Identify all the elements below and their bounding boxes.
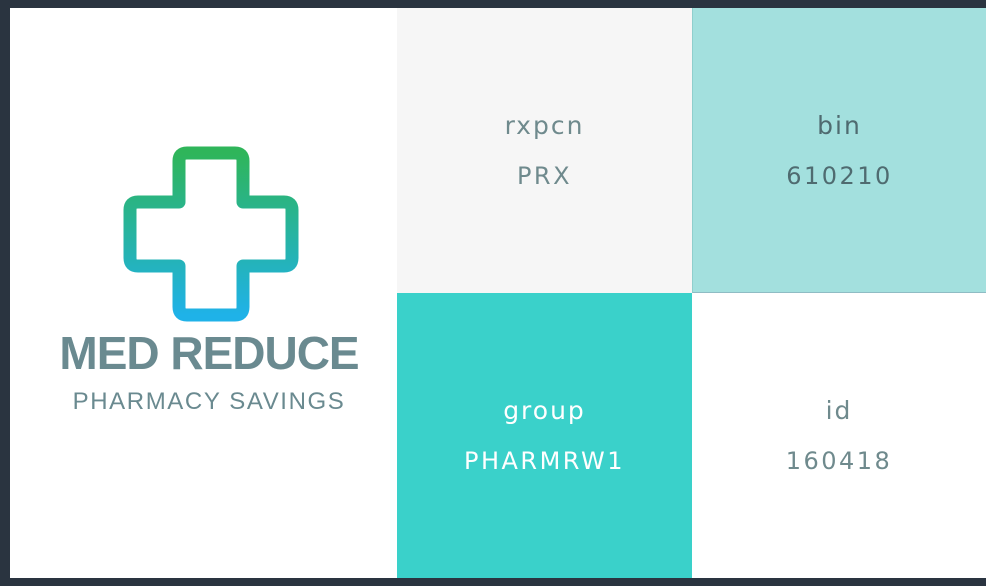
bin-value: 610210 xyxy=(786,161,893,190)
bin-label: bin xyxy=(817,110,862,140)
id-label: id xyxy=(825,396,853,425)
bin-cell: bin 610210 xyxy=(692,8,986,293)
id-value: 160418 xyxy=(785,447,893,475)
brand-title: MED REDUCE xyxy=(59,327,359,379)
group-cell: group PHARMRW1 xyxy=(397,293,692,578)
brand-subtitle: PHARMACY SAVINGS xyxy=(72,388,346,415)
medical-cross-icon xyxy=(123,146,299,322)
id-cell: id 160418 xyxy=(692,293,986,578)
group-label: group xyxy=(503,396,586,425)
group-value: PHARMRW1 xyxy=(463,447,626,475)
rxpcn-cell: rxpcn PRX xyxy=(397,8,692,293)
brand-panel: MED REDUCE PHARMACY SAVINGS xyxy=(10,8,397,578)
rx-info-grid: rxpcn PRX bin 610210 group PHARMRW1 id 1… xyxy=(397,8,986,578)
rxpcn-value: PRX xyxy=(516,162,573,190)
pharmacy-savings-card: MED REDUCE PHARMACY SAVINGS rxpcn PRX bi… xyxy=(10,8,986,578)
rxpcn-label: rxpcn xyxy=(504,111,585,140)
